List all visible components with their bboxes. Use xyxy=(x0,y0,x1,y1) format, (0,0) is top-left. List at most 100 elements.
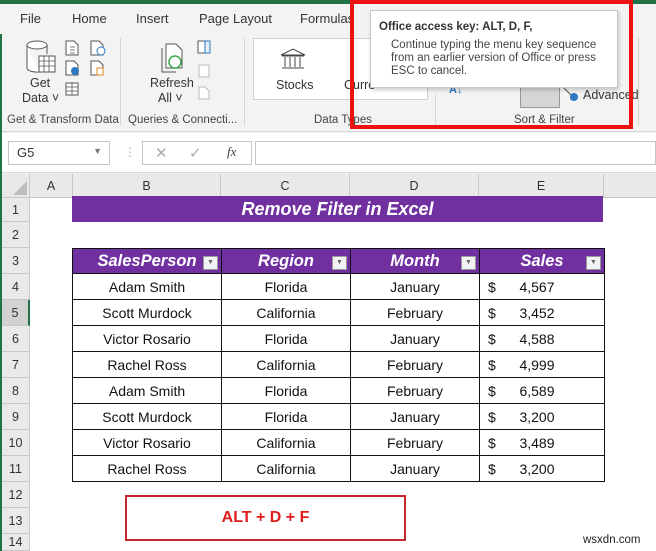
cell-month[interactable]: February xyxy=(350,351,480,378)
insert-function-icon[interactable]: fx xyxy=(227,144,236,160)
cell-salesperson[interactable]: Victor Rosario xyxy=(72,429,222,456)
cell-region[interactable]: Florida xyxy=(221,403,351,430)
cell-sales[interactable]: $4,588 xyxy=(479,325,605,352)
cell-month[interactable]: January xyxy=(350,273,480,300)
from-table-icon[interactable] xyxy=(65,82,79,101)
tab-file[interactable]: File xyxy=(20,11,41,26)
column-header-d[interactable]: D xyxy=(350,174,479,198)
row-header-12[interactable]: 12 xyxy=(2,482,30,508)
row-header-11[interactable]: 11 xyxy=(2,456,30,482)
row-header-6[interactable]: 6 xyxy=(2,326,30,352)
table-row: Scott Murdock Florida January $3,200 xyxy=(72,403,605,430)
recent-sources-icon[interactable] xyxy=(90,40,106,61)
sales-value: 4,567 xyxy=(519,278,555,295)
sales-value: 3,489 xyxy=(519,434,555,451)
table-row: Victor Rosario Florida January $4,588 xyxy=(72,325,605,352)
cell-month[interactable]: January xyxy=(350,403,480,430)
currency-symbol: $ xyxy=(488,382,496,399)
header-month[interactable]: Month ▼ xyxy=(350,248,480,274)
header-region[interactable]: Region ▼ xyxy=(221,248,351,274)
cell-salesperson[interactable]: Scott Murdock xyxy=(72,299,222,326)
cell-region[interactable]: California xyxy=(221,429,351,456)
sheet-title[interactable]: Remove Filter in Excel xyxy=(72,196,603,222)
column-header-b[interactable]: B xyxy=(73,174,221,198)
cell-sales[interactable]: $6,589 xyxy=(479,377,605,404)
cell-salesperson[interactable]: Scott Murdock xyxy=(72,403,222,430)
cell-salesperson[interactable]: Rachel Ross xyxy=(72,455,222,482)
get-data-label[interactable]: Get xyxy=(30,76,50,90)
cell-month[interactable]: February xyxy=(350,429,480,456)
tab-home[interactable]: Home xyxy=(72,11,107,26)
row-header-2[interactable]: 2 xyxy=(2,222,30,248)
get-data-label-2[interactable]: Data ˅ xyxy=(22,91,59,105)
refresh-all-icon[interactable] xyxy=(160,42,186,79)
cell-sales[interactable]: $3,489 xyxy=(479,429,605,456)
name-box[interactable]: G5 ▼ xyxy=(8,141,110,165)
cell-region[interactable]: California xyxy=(221,455,351,482)
get-data-icon[interactable] xyxy=(26,40,56,81)
cell-month[interactable]: February xyxy=(350,299,480,326)
row-header-4[interactable]: 4 xyxy=(2,274,30,300)
tab-insert[interactable]: Insert xyxy=(136,11,169,26)
table-row: Rachel Ross California January $3,200 xyxy=(72,455,605,482)
sales-value: 6,589 xyxy=(519,382,555,399)
tab-formulas[interactable]: Formulas xyxy=(300,11,354,26)
cell-sales[interactable]: $3,200 xyxy=(479,403,605,430)
column-header-f[interactable] xyxy=(604,174,656,198)
cell-sales[interactable]: $4,567 xyxy=(479,273,605,300)
existing-connections-icon[interactable] xyxy=(90,60,106,81)
stocks-icon[interactable] xyxy=(279,48,307,75)
row-header-10[interactable]: 10 xyxy=(2,430,30,456)
row-header-7[interactable]: 7 xyxy=(2,352,30,378)
queries-connections-icon[interactable] xyxy=(197,40,211,59)
sales-value: 4,588 xyxy=(519,330,555,347)
sales-value: 4,999 xyxy=(519,356,555,373)
cell-region[interactable]: California xyxy=(221,299,351,326)
refresh-label-2[interactable]: All ˅ xyxy=(158,91,183,105)
cell-region[interactable]: Florida xyxy=(221,325,351,352)
header-sales[interactable]: Sales ▼ xyxy=(479,248,605,274)
filter-dropdown-icon[interactable]: ▼ xyxy=(586,256,601,270)
column-header-c[interactable]: C xyxy=(221,174,350,198)
drag-handle-icon[interactable]: ⋮ xyxy=(124,145,136,159)
row-header-8[interactable]: 8 xyxy=(2,378,30,404)
row-header-14[interactable]: 14 xyxy=(2,534,30,551)
row-header-13[interactable]: 13 xyxy=(2,508,30,534)
column-header-e[interactable]: E xyxy=(479,174,604,198)
row-header-3[interactable]: 3 xyxy=(2,248,30,274)
from-text-icon[interactable] xyxy=(65,40,79,61)
header-salesperson[interactable]: SalesPerson ▼ xyxy=(72,248,222,274)
enter-icon[interactable]: ✓ xyxy=(189,144,202,162)
row-header-5[interactable]: 5 xyxy=(2,300,30,326)
cell-month[interactable]: February xyxy=(350,377,480,404)
formula-controls: ✕ ✓ fx xyxy=(142,141,252,165)
cell-salesperson[interactable]: Rachel Ross xyxy=(72,351,222,378)
cell-sales[interactable]: $4,999 xyxy=(479,351,605,378)
stocks-button[interactable]: Stocks xyxy=(276,78,314,92)
watermark: wsxdn.com xyxy=(583,534,641,546)
select-all-button[interactable] xyxy=(2,174,30,198)
cell-sales[interactable]: $3,200 xyxy=(479,455,605,482)
cancel-icon[interactable]: ✕ xyxy=(155,144,168,162)
from-web-icon[interactable] xyxy=(65,60,81,81)
cell-salesperson[interactable]: Adam Smith xyxy=(72,377,222,404)
filter-dropdown-icon[interactable]: ▼ xyxy=(461,256,476,270)
cell-salesperson[interactable]: Adam Smith xyxy=(72,273,222,300)
cell-sales[interactable]: $3,452 xyxy=(479,299,605,326)
row-header-9[interactable]: 9 xyxy=(2,404,30,430)
row-header-1[interactable]: 1 xyxy=(2,198,30,222)
filter-dropdown-icon[interactable]: ▼ xyxy=(203,256,218,270)
cell-month[interactable]: January xyxy=(350,325,480,352)
column-header-a[interactable]: A xyxy=(30,174,73,198)
cell-region[interactable]: California xyxy=(221,351,351,378)
cell-salesperson[interactable]: Victor Rosario xyxy=(72,325,222,352)
cell-region[interactable]: Florida xyxy=(221,273,351,300)
tab-page-layout[interactable]: Page Layout xyxy=(199,11,272,26)
cell-region[interactable]: Florida xyxy=(221,377,351,404)
name-box-value: G5 xyxy=(17,145,35,160)
cell-month[interactable]: January xyxy=(350,455,480,482)
filter-dropdown-icon[interactable]: ▼ xyxy=(332,256,347,270)
refresh-label[interactable]: Refresh xyxy=(150,76,194,90)
formula-input[interactable] xyxy=(255,141,656,165)
chevron-down-icon[interactable]: ▼ xyxy=(93,146,102,156)
